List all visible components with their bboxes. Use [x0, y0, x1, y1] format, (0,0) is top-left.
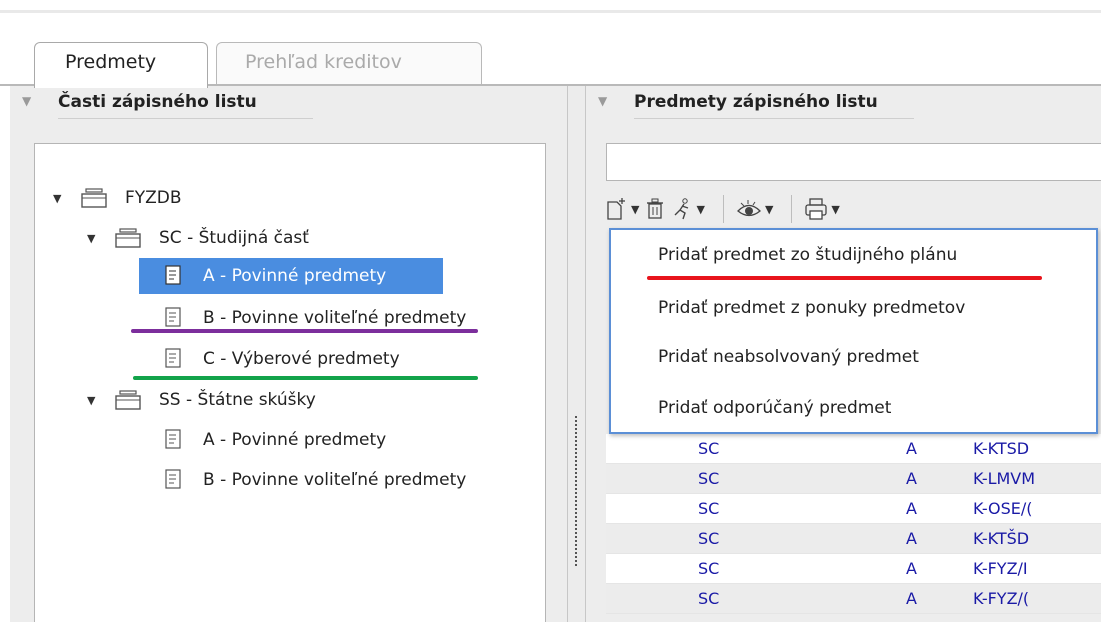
expand-arrow-icon[interactable]: ▼: [87, 232, 105, 245]
table-row[interactable]: SC A K-KTŠD: [606, 524, 1101, 554]
trash-icon: [647, 198, 664, 219]
tree-node-ss[interactable]: ▼ SS - Štátne skúšky: [87, 382, 316, 418]
table-cell: K-FYZ/(: [973, 589, 1030, 608]
table-row[interactable]: SC A K-FYZ/(: [606, 584, 1101, 614]
table-cell: K-FYZ/I: [973, 559, 1028, 578]
table-cell: SC: [698, 589, 720, 608]
tree-node-sc-c[interactable]: C - Výberové predmety: [165, 341, 400, 377]
document-icon: [165, 307, 183, 329]
toolbar: ▼ ▼ ▼ ▼: [606, 189, 1101, 229]
panel-splitter[interactable]: [567, 86, 586, 622]
table-cell: A: [906, 499, 917, 518]
table-cell: K-LMVM: [973, 469, 1036, 488]
expand-arrow-icon[interactable]: ▼: [87, 394, 105, 407]
tab-bar: Predmety Prehľad kreditov: [0, 36, 1101, 88]
filter-field[interactable]: [606, 143, 1101, 181]
table-row[interactable]: SC A K-LMVM: [606, 464, 1101, 494]
table-cell: SC: [698, 439, 720, 458]
tree-node-ss-b[interactable]: B - Povinne voliteľné predmety: [165, 462, 466, 498]
splitter-grip[interactable]: [575, 416, 578, 566]
red-annotation-underline: [647, 276, 1042, 280]
left-panel: ▼ Časti zápisného listu ▼ FYZDB ▼ SC - Š…: [10, 86, 567, 622]
eye-icon: [736, 200, 761, 217]
table-cell: A: [906, 529, 917, 548]
tree-node-label: SS - Štátne skúšky: [159, 390, 316, 410]
folder-icon: [113, 227, 147, 249]
add-document-icon: [607, 198, 625, 220]
table-cell: SC: [698, 529, 720, 548]
folder-icon: [113, 389, 147, 411]
collapse-triangle-icon[interactable]: ▼: [22, 94, 31, 108]
table-cell: A: [906, 559, 917, 578]
table-cell: K-KTŠD: [973, 529, 1030, 548]
toolbar-separator: [791, 195, 793, 223]
menu-item-add-recommended[interactable]: Pridať odporúčaný predmet: [658, 398, 891, 418]
action-button[interactable]: ▼: [671, 197, 705, 221]
top-strip: [0, 0, 1101, 13]
tree-node-label: SC - Študijná časť: [159, 228, 309, 248]
tree-node-label: FYZDB: [125, 188, 182, 208]
tree-node-ss-a[interactable]: A - Povinné predmety: [165, 422, 386, 458]
menu-item-add-unpassed[interactable]: Pridať neabsolvovaný predmet: [658, 347, 919, 367]
tab-prehlad-kreditov[interactable]: Prehľad kreditov: [216, 42, 482, 86]
tree-node-label: A - Povinné predmety: [203, 430, 387, 450]
left-panel-title: Časti zápisného listu: [58, 92, 313, 119]
document-icon: [165, 265, 183, 287]
printer-icon: [805, 198, 828, 220]
table-row[interactable]: SC A K-KTSD: [606, 434, 1101, 464]
table-cell: SC: [698, 469, 720, 488]
left-panel-header: ▼ Časti zápisného listu: [10, 86, 567, 130]
table-cell: SC: [698, 559, 720, 578]
tree-node-sc[interactable]: ▼ SC - Študijná časť: [87, 220, 309, 256]
delete-button[interactable]: [645, 198, 665, 220]
running-figure-icon: [674, 198, 689, 220]
print-button[interactable]: ▼: [804, 197, 840, 221]
tree-view: ▼ FYZDB ▼ SC - Študijná časť A - Povinné…: [34, 143, 546, 622]
document-icon: [165, 429, 183, 451]
tree-node-label: B - Povinne voliteľné predmety: [203, 470, 467, 490]
view-button[interactable]: ▼: [736, 198, 773, 220]
table-cell: A: [906, 469, 917, 488]
add-subject-dropdown-menu: Pridať predmet zo študijného plánu Prida…: [609, 228, 1098, 434]
table-cell: A: [906, 439, 917, 458]
green-annotation-underline: [133, 376, 478, 380]
table-row[interactable]: SC A K-OSE/(: [606, 494, 1101, 524]
tab-predmety[interactable]: Predmety: [34, 42, 208, 88]
table-cell: K-KTSD: [973, 439, 1030, 458]
table-row[interactable]: SC A K-FYZ/I: [606, 554, 1101, 584]
document-icon: [165, 348, 183, 370]
table-cell: SC: [698, 499, 720, 518]
expand-arrow-icon[interactable]: ▼: [53, 192, 71, 205]
purple-annotation-underline: [131, 329, 478, 333]
tree-node-label: A - Povinné predmety: [203, 266, 387, 286]
collapse-triangle-icon[interactable]: ▼: [598, 94, 607, 108]
tree-node-label: C - Výberové predmety: [203, 349, 400, 369]
document-icon: [165, 469, 183, 491]
right-panel-title: Predmety zápisného listu: [634, 92, 914, 119]
tree-node-sc-a[interactable]: A - Povinné predmety: [139, 258, 443, 294]
menu-item-add-from-offer[interactable]: Pridať predmet z ponuky predmetov: [658, 298, 965, 318]
folder-icon: [79, 187, 113, 209]
tree-node-label: B - Povinne voliteľné predmety: [203, 308, 467, 328]
table-cell: K-OSE/(: [973, 499, 1033, 518]
tree-node-fyzdb[interactable]: ▼ FYZDB: [53, 180, 182, 216]
toolbar-separator: [722, 195, 724, 223]
menu-item-add-from-study-plan[interactable]: Pridať predmet zo študijného plánu: [658, 245, 957, 265]
right-panel-header: ▼ Predmety zápisného listu: [586, 86, 1101, 130]
table-cell: A: [906, 589, 917, 608]
subjects-table: SC A K-KTSD SC A K-LMVM SC A K-OSE/( SC …: [606, 434, 1101, 622]
add-subject-button[interactable]: ▼: [606, 197, 639, 221]
